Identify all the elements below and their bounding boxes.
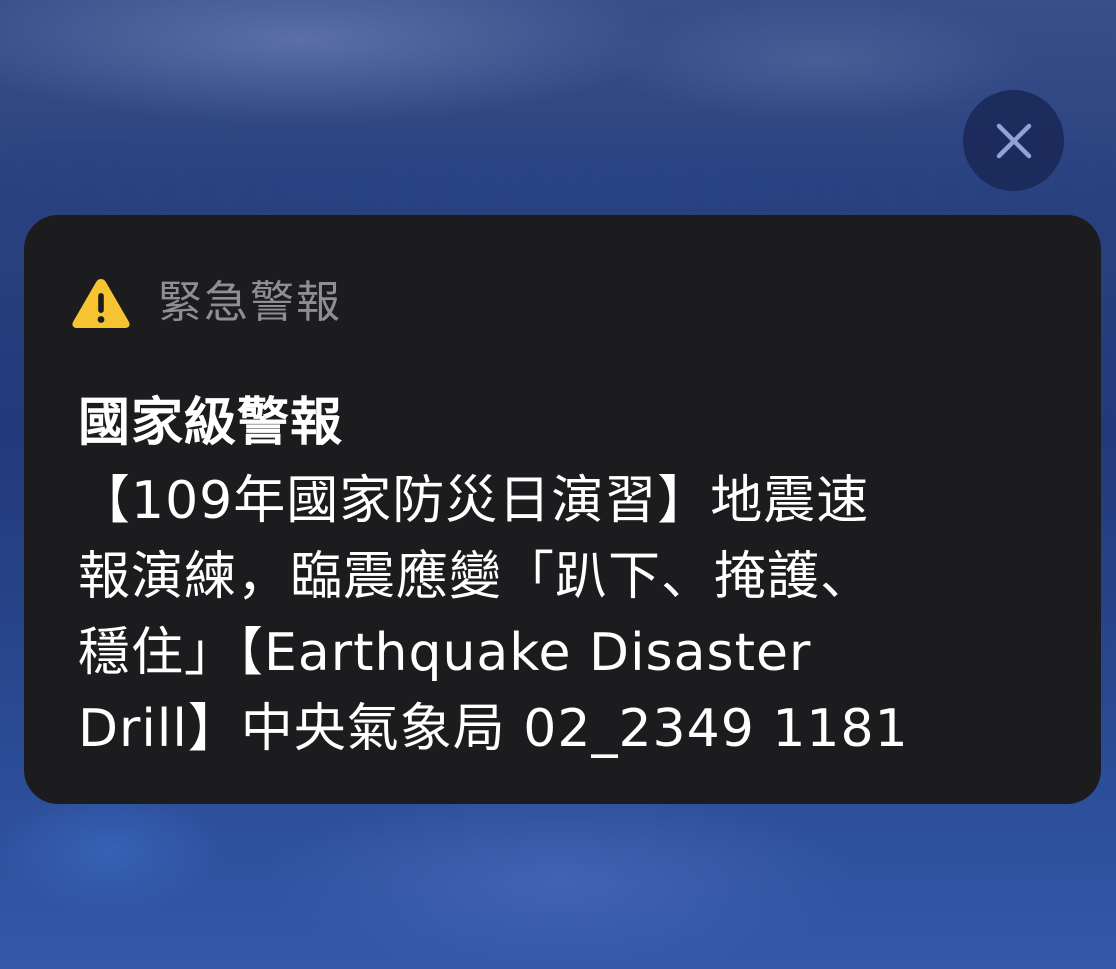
alert-category: 緊急警報	[158, 277, 342, 328]
alert-message-line: Drill】中央氣象局 02_2349 1181	[78, 699, 909, 759]
blurred-background	[0, 150, 1116, 210]
alert-message-line: 【109年國家防災日演習】地震速	[78, 471, 870, 531]
alert-header: 緊急警報	[70, 275, 342, 331]
alert-message: 【109年國家防災日演習】地震速 報演練，臨震應變「趴下、掩護、 穩住」【Ear…	[78, 463, 1038, 767]
alert-message-line: 報演練，臨震應變「趴下、掩護、	[78, 547, 874, 607]
close-button[interactable]	[963, 90, 1064, 191]
alert-message-line: 穩住」【Earthquake Disaster	[78, 623, 812, 683]
emergency-alert-card[interactable]: 緊急警報 國家級警報 【109年國家防災日演習】地震速 報演練，臨震應變「趴下、…	[24, 215, 1101, 804]
alert-title: 國家級警報	[78, 393, 344, 453]
warning-icon	[72, 279, 130, 328]
close-icon	[996, 123, 1031, 158]
